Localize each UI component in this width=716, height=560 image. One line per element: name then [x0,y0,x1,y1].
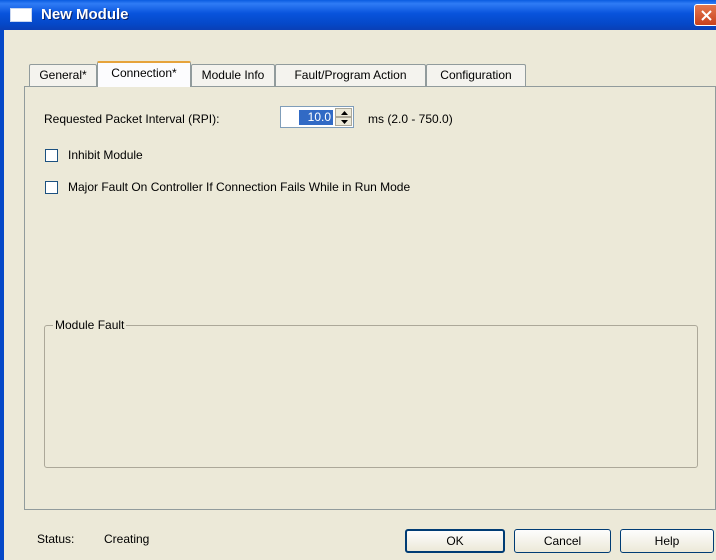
status-value: Creating [104,532,150,546]
rpi-increment-button[interactable] [335,108,352,117]
ok-button[interactable]: OK [405,529,505,553]
major-fault-checkbox[interactable] [45,181,58,194]
inhibit-module-label: Inhibit Module [68,148,143,162]
arrow-up-icon [341,111,348,115]
rpi-spinner [335,108,352,126]
rpi-value-input[interactable]: 10.0 [299,110,333,125]
arrow-down-icon [341,120,348,124]
major-fault-label: Major Fault On Controller If Connection … [68,180,411,194]
tab-connection[interactable]: Connection* [97,61,191,87]
inhibit-module-checkbox[interactable] [45,149,58,162]
window-title: New Module [41,6,129,23]
tab-general[interactable]: General* [29,64,97,86]
close-icon [701,10,712,21]
cancel-button[interactable]: Cancel [514,529,611,553]
status-label: Status: [37,532,75,546]
tab-fault-program-action[interactable]: Fault/Program Action [275,64,426,86]
rpi-label: Requested Packet Interval (RPI): [44,112,220,126]
window-border [0,30,4,560]
rpi-spinbox[interactable]: 10.0 [280,106,354,128]
window-icon [10,8,32,22]
rpi-decrement-button[interactable] [335,117,352,126]
title-bar[interactable]: New Module [0,0,716,30]
help-button[interactable]: Help [620,529,714,553]
close-button[interactable] [694,4,716,26]
rpi-range-label: ms (2.0 - 750.0) [368,112,453,126]
new-module-dialog: New Module General* Connection* Module I… [0,0,716,560]
module-fault-legend: Module Fault [53,318,127,332]
tab-configuration[interactable]: Configuration [426,64,526,86]
tab-module-info[interactable]: Module Info [191,64,275,86]
module-fault-groupbox: Module Fault [44,318,698,468]
